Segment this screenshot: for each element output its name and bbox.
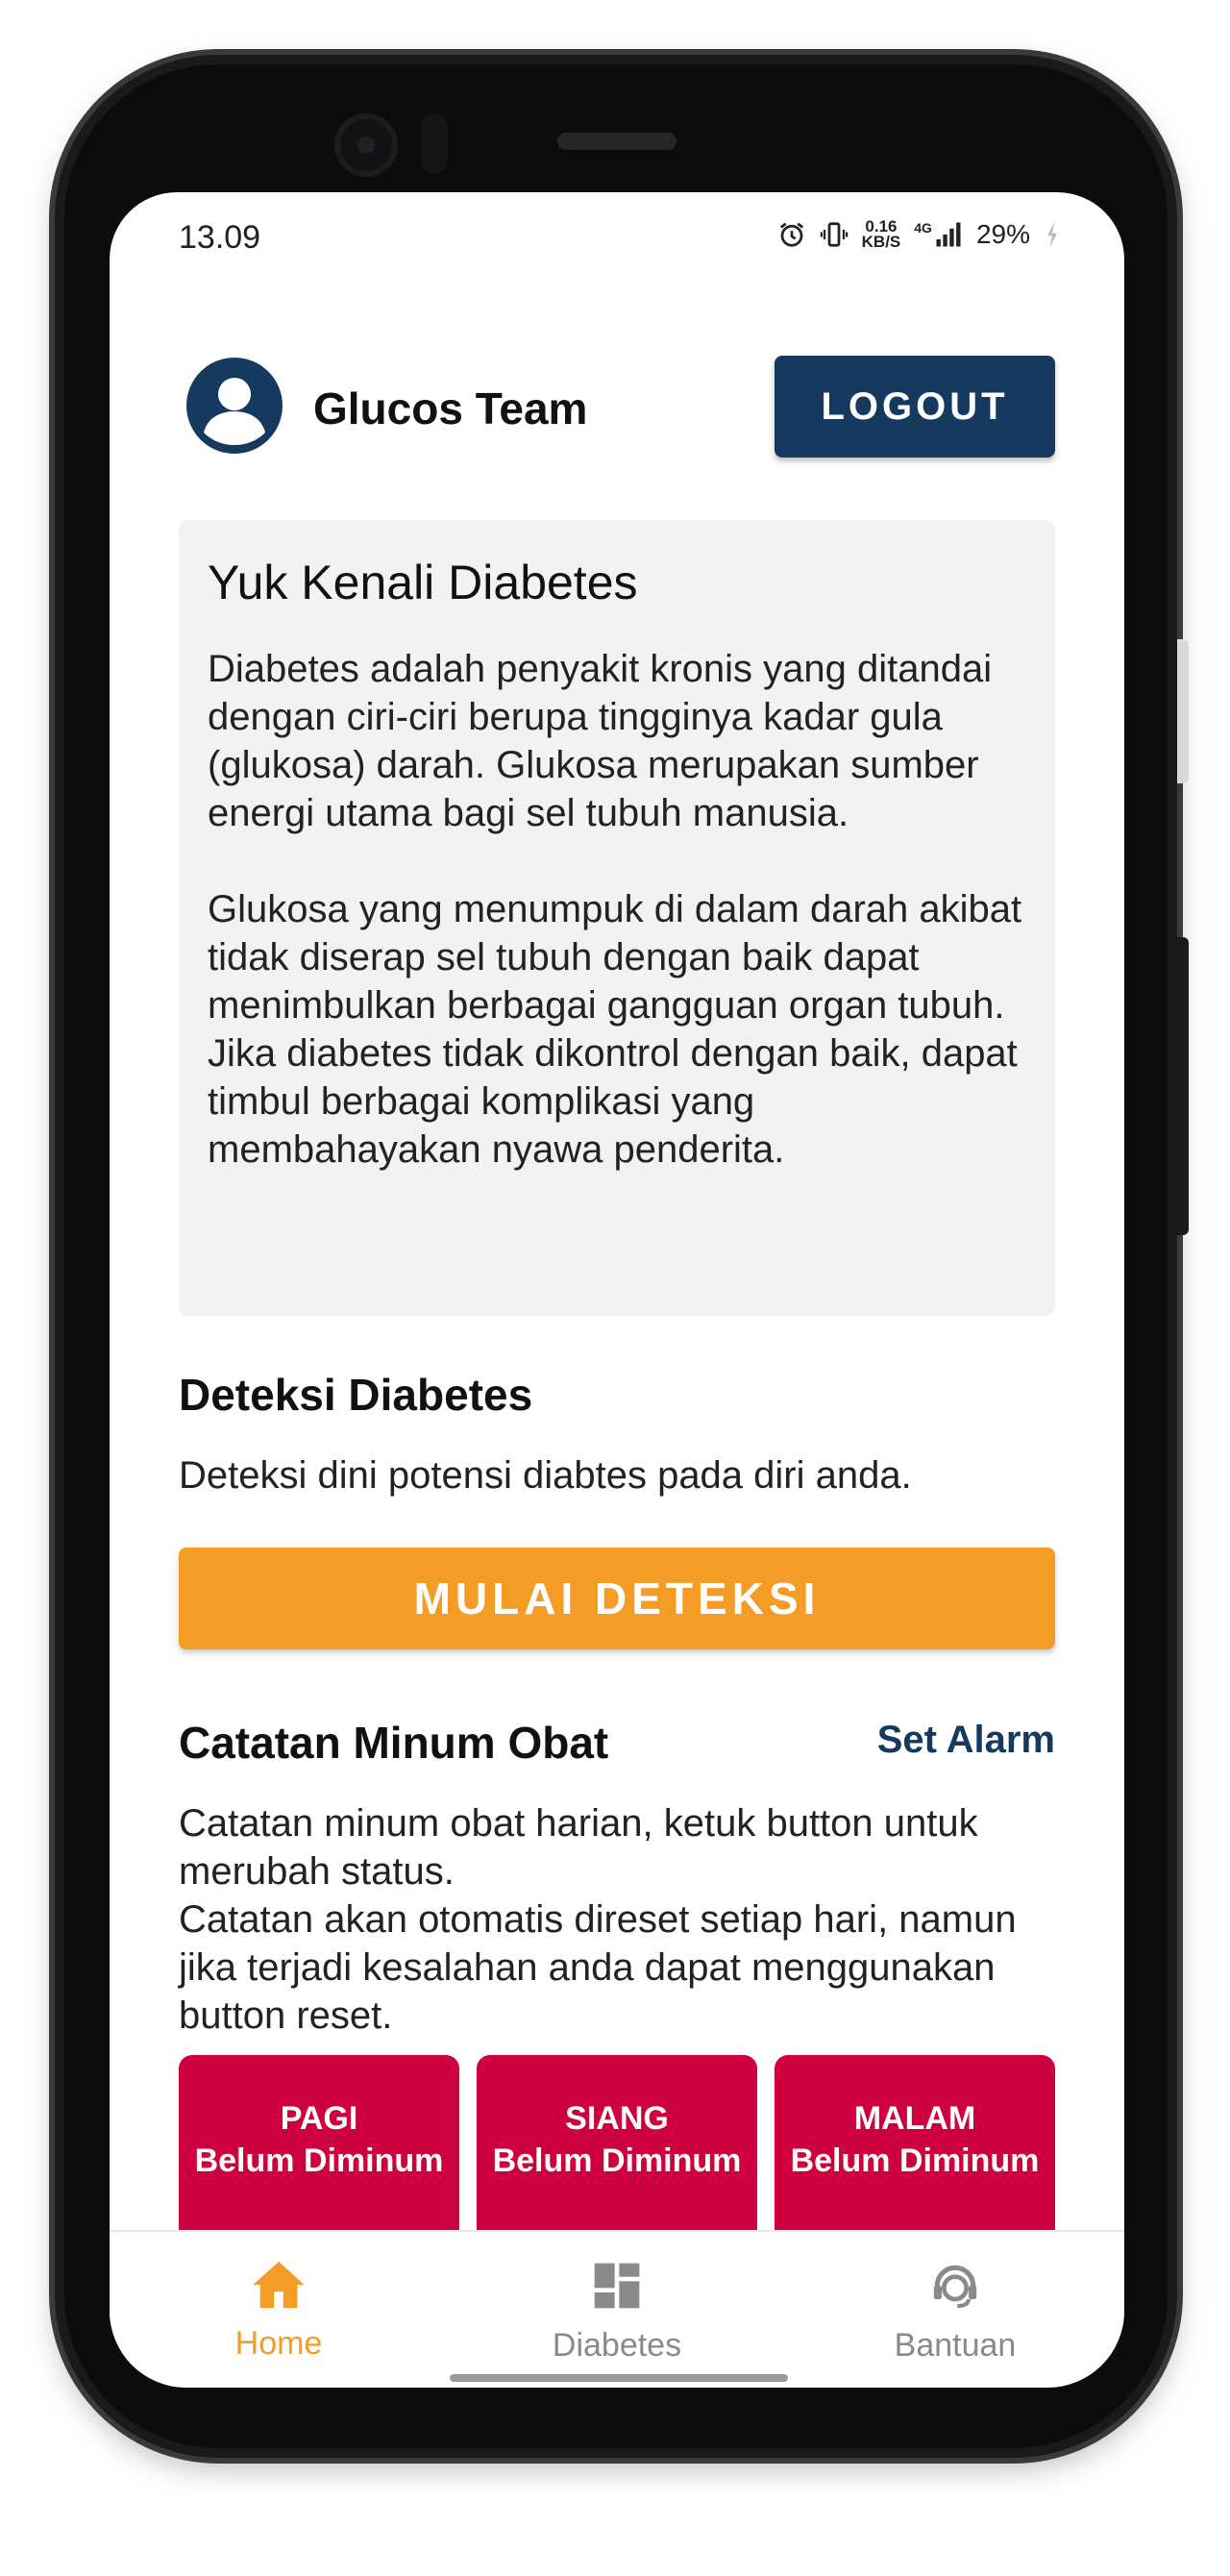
time-label: PAGI [280,2100,358,2137]
nav-label-bantuan: Bantuan [894,2327,1017,2364]
catatan-description-1: Catatan minum obat harian, ketuk button … [179,1802,978,1893]
status-icons: 0.16 KB/S 4G 29% [777,218,1061,251]
signal-icon: 4G [914,220,963,249]
info-card: Yuk Kenali Diabetes Diabetes adalah peny… [179,520,1055,1316]
support-agent-icon [927,2259,983,2317]
home-icon [251,2259,307,2316]
network-type: 4G [914,220,932,235]
nav-item-diabetes[interactable]: Diabetes [448,2232,786,2388]
app-screen: 13.09 0.16 KB/S 4G 29% Glucos Team LOGOU… [110,192,1124,2388]
info-paragraph-1: Diabetes adalah penyakit kronis yang dit… [208,648,993,834]
alarm-icon [777,220,806,249]
mulai-deteksi-button[interactable]: MULAI DETEKSI [179,1548,1055,1649]
catatan-description-2: Catatan akan otomatis direset setiap har… [179,1898,1017,2037]
user-name: Glucos Team [313,384,588,433]
battery-text: 29% [975,219,1030,249]
dashboard-icon [590,2259,644,2317]
time-status: Belum Diminum [790,2143,1040,2179]
home-indicator[interactable] [450,2374,788,2382]
bottom-navigation: Home Diabetes Bantuan [110,2230,1124,2388]
time-label: SIANG [565,2100,669,2137]
nav-item-bantuan[interactable]: Bantuan [786,2232,1124,2388]
nav-item-home[interactable]: Home [110,2232,448,2388]
network-speed: 0.16 KB/S [861,218,901,251]
status-time: 13.09 [179,219,261,256]
time-status: Belum Diminum [194,2143,444,2179]
nav-label-diabetes: Diabetes [552,2327,682,2364]
volume-button [1177,937,1189,1235]
set-alarm-link[interactable]: Set Alarm [877,1719,1055,1762]
time-status: Belum Diminum [492,2143,742,2179]
charging-icon [1044,220,1061,249]
earpiece-speaker [557,133,676,150]
front-camera [334,113,398,177]
header: Glucos Team LOGOUT [179,354,1055,458]
logout-button[interactable]: LOGOUT [775,356,1055,458]
catatan-title: Catatan Minum Obat [179,1718,609,1768]
net-speed-unit: KB/S [861,233,901,251]
proximity-sensor [421,113,448,173]
nav-label-home: Home [234,2325,323,2362]
info-title: Yuk Kenali Diabetes [208,556,638,609]
avatar-icon[interactable] [186,358,283,454]
power-button [1177,639,1189,783]
deteksi-title: Deteksi Diabetes [179,1370,533,1420]
status-bar: 13.09 0.16 KB/S 4G 29% [110,192,1124,285]
info-paragraph-2: Glukosa yang menumpuk di dalam darah aki… [208,888,1022,1171]
deteksi-description: Deteksi dini potensi diabtes pada diri a… [179,1454,912,1497]
time-label: MALAM [853,2100,976,2137]
vibrate-icon [820,220,849,249]
